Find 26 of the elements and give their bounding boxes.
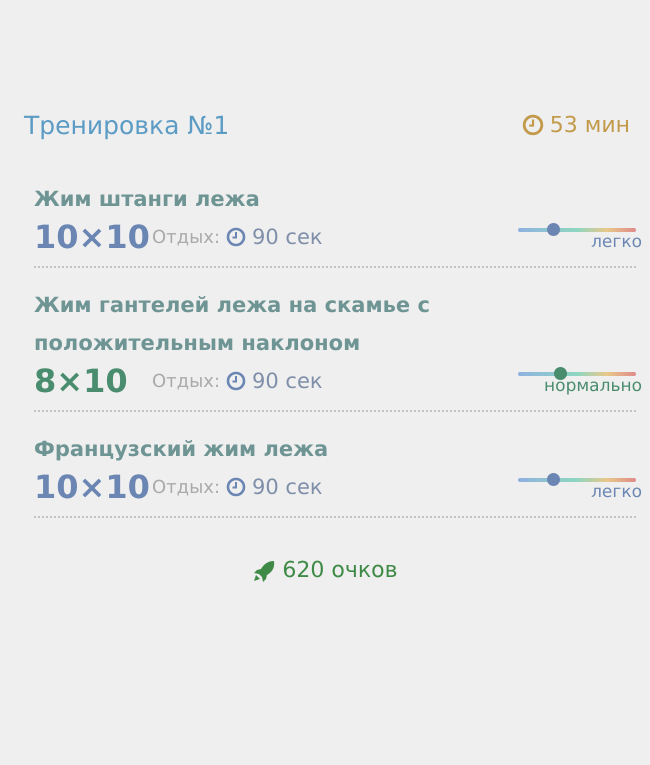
sets-reps: 10×10 <box>34 218 151 256</box>
rest-time: 90 сек <box>252 225 323 249</box>
slider-thumb[interactable] <box>547 473 560 486</box>
sets-reps: 10×10 <box>34 468 151 506</box>
slider-thumb[interactable] <box>554 367 568 380</box>
exercise-name: Жим гантелей лежа на скамье с положительным наклоном <box>34 292 431 357</box>
rocket-icon <box>252 558 276 582</box>
exercise-name: Французский жим лежа <box>34 436 330 463</box>
difficulty-label: легко <box>591 232 642 252</box>
rest-label: Отдых: <box>152 370 220 392</box>
clock-icon <box>226 477 246 497</box>
clock-icon <box>226 227 246 247</box>
workout-title: Тренировка №1 <box>24 110 230 140</box>
rest-label: Отдых: <box>152 226 220 248</box>
duration: 53 мин <box>550 112 630 138</box>
rest-time: 90 сек <box>252 475 323 499</box>
rest-time: 90 сек <box>252 369 323 393</box>
rest-label: Отдых: <box>152 476 220 498</box>
sets-reps: 8×10 <box>34 362 129 400</box>
difficulty-label: легко <box>591 482 642 502</box>
score: 620 очков <box>282 558 398 583</box>
clock-icon <box>522 114 544 136</box>
clock-icon <box>226 371 246 391</box>
slider-thumb[interactable] <box>547 223 560 236</box>
exercise-name: Жим штанги лежа <box>34 186 261 213</box>
difficulty-label: нормально <box>544 376 642 396</box>
